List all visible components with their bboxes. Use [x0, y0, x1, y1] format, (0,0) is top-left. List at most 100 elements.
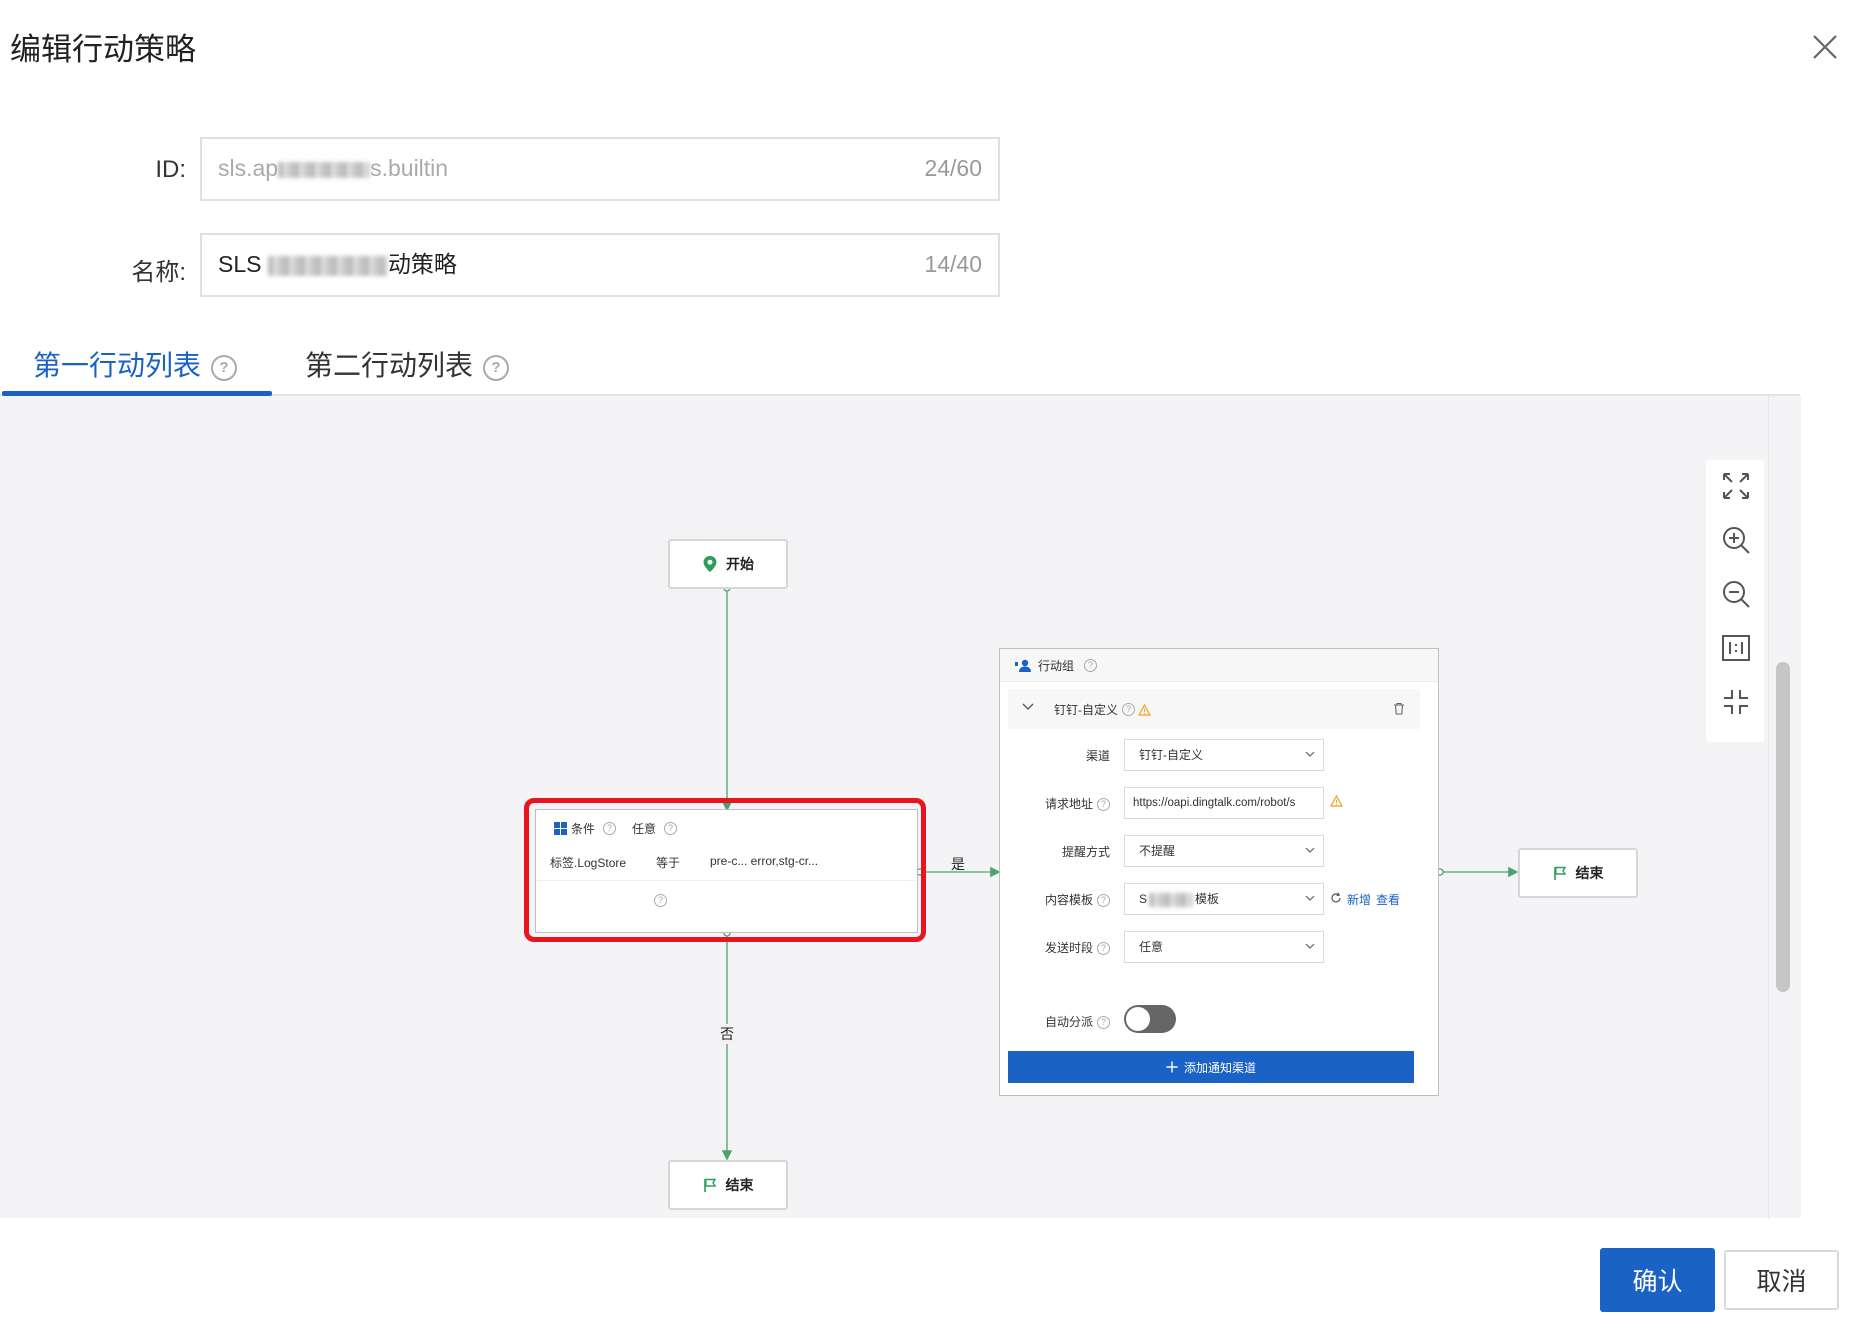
actual-size-icon[interactable]: [1720, 632, 1752, 664]
add-channel-button[interactable]: 添加通知渠道: [1008, 1051, 1414, 1083]
url-label-text: 请求地址: [1044, 797, 1093, 811]
warning-icon: [1138, 703, 1151, 716]
channel-select-value: 钉钉-自定义: [1139, 748, 1203, 762]
remind-select[interactable]: 不提醒: [1124, 835, 1324, 867]
tab-first-action-list[interactable]: 第一行动列表?: [33, 344, 238, 384]
help-icon[interactable]: ?: [1122, 703, 1135, 716]
condition-title: 条件: [571, 822, 596, 836]
name-field[interactable]: SLS 动策略 14/40: [200, 233, 1000, 297]
help-icon[interactable]: ?: [211, 354, 238, 381]
condition-divider: [536, 880, 917, 881]
condition-mode: 任意: [632, 822, 657, 836]
template-add-link[interactable]: 新增: [1347, 891, 1371, 908]
confirm-button[interactable]: 确认: [1600, 1248, 1715, 1312]
chevron-down-icon: [1305, 895, 1315, 901]
action-group-node[interactable]: 行动组? 钉钉-自定义? 渠道 钉钉-自定义 请求地址? https://oap…: [999, 648, 1439, 1096]
help-icon[interactable]: ?: [1097, 942, 1110, 956]
canvas-toolbar: [1706, 460, 1764, 742]
period-select-value: 任意: [1139, 940, 1164, 954]
template-value-start: S: [1139, 892, 1148, 906]
id-redacted: [278, 161, 371, 178]
template-view-link[interactable]: 查看: [1376, 891, 1400, 908]
url-input[interactable]: https://oapi.dingtalk.com/robot/s: [1124, 787, 1324, 819]
remind-select-value: 不提醒: [1139, 844, 1176, 858]
channel-label: 渠道: [1085, 749, 1110, 763]
plus-icon: [1166, 1061, 1178, 1073]
help-icon[interactable]: ?: [483, 354, 510, 381]
help-icon[interactable]: ?: [1097, 894, 1110, 908]
period-label: 发送时段?: [1000, 939, 1110, 956]
auto-assign-toggle[interactable]: [1124, 1005, 1176, 1033]
template-value-end: 模板: [1195, 892, 1220, 906]
location-pin-icon: [703, 556, 717, 572]
help-icon[interactable]: ?: [1097, 1016, 1110, 1030]
shrink-icon[interactable]: [1720, 686, 1752, 718]
action-group-title: 行动组: [1038, 659, 1075, 673]
end-node-label: 结束: [725, 1177, 754, 1193]
id-value-start: sls.ap: [218, 155, 279, 181]
remind-label: 提醒方式: [1061, 845, 1110, 859]
chevron-down-icon: [1305, 943, 1315, 949]
channel-title: 钉钉-自定义: [1054, 703, 1118, 717]
expand-icon[interactable]: [1720, 470, 1752, 502]
zoom-out-icon[interactable]: [1720, 578, 1752, 610]
template-select[interactable]: S 模板: [1124, 883, 1324, 915]
cancel-button[interactable]: 取消: [1724, 1250, 1839, 1310]
id-char-count: 24/60: [924, 155, 982, 181]
period-label-text: 发送时段: [1044, 941, 1093, 955]
chevron-down-icon[interactable]: [1022, 702, 1034, 712]
vertical-scrollbar-thumb[interactable]: [1776, 662, 1790, 992]
help-icon[interactable]: ?: [1097, 798, 1110, 812]
help-icon[interactable]: ?: [1084, 659, 1098, 672]
user-group-icon: [1015, 659, 1031, 672]
no-branch-label: 否: [720, 1024, 734, 1044]
id-value-end: s.builtin: [370, 155, 449, 181]
start-node[interactable]: 开始: [668, 539, 788, 589]
trash-icon[interactable]: [1393, 702, 1405, 715]
template-label: 内容模板?: [1000, 891, 1110, 908]
refresh-icon[interactable]: [1330, 892, 1342, 904]
flag-icon: [1553, 866, 1566, 880]
yes-branch-label: 是: [951, 856, 965, 872]
name-value-start: SLS: [218, 251, 262, 277]
id-field[interactable]: sls.ap s.builtin 24/60: [200, 137, 1000, 201]
zoom-in-icon[interactable]: [1720, 524, 1752, 556]
grid-icon: [554, 822, 567, 835]
help-icon[interactable]: ?: [664, 822, 678, 835]
auto-assign-label-text: 自动分派: [1044, 1015, 1093, 1029]
channel-select[interactable]: 钉钉-自定义: [1124, 739, 1324, 771]
id-label: ID:: [155, 156, 186, 183]
period-select[interactable]: 任意: [1124, 931, 1324, 963]
auto-assign-label: 自动分派?: [1000, 1013, 1110, 1030]
dialog-title: 编辑行动策略: [10, 32, 196, 67]
help-icon[interactable]: ?: [654, 894, 667, 907]
name-char-count: 14/40: [924, 251, 982, 277]
url-input-value: https://oapi.dingtalk.com/robot/s: [1133, 797, 1296, 809]
close-icon[interactable]: [1808, 30, 1842, 64]
condition-field: 标签.LogStore: [550, 856, 627, 870]
tab-second-label: 第二行动列表: [305, 350, 474, 381]
chevron-down-icon: [1305, 847, 1315, 853]
condition-node[interactable]: 条件? 任意? 标签.LogStore 等于 pre-c... error,st…: [535, 809, 918, 933]
name-value-end: 动策略: [387, 251, 457, 277]
add-channel-label: 添加通知渠道: [1183, 1060, 1256, 1075]
flag-icon: [703, 1178, 716, 1192]
chevron-down-icon: [1305, 751, 1315, 757]
end-node-no[interactable]: 结束: [668, 1160, 788, 1210]
condition-value: pre-c... error,stg-cr...: [710, 854, 819, 868]
url-label: 请求地址?: [1000, 795, 1110, 812]
condition-operator: 等于: [656, 856, 681, 870]
start-node-label: 开始: [726, 556, 754, 572]
name-redacted: [267, 255, 388, 276]
toggle-knob: [1126, 1007, 1150, 1031]
help-icon[interactable]: ?: [603, 822, 617, 835]
end-node-yes[interactable]: 结束: [1518, 848, 1638, 898]
tab-first-label: 第一行动列表: [33, 350, 202, 381]
end-node-label: 结束: [1575, 865, 1604, 881]
flow-canvas[interactable]: 是 否 开始 条件? 任意? 标签.LogStore 等于 pre-c... e…: [0, 396, 1768, 1218]
name-label: 名称:: [131, 259, 186, 286]
warning-icon: [1330, 795, 1343, 807]
template-label-text: 内容模板: [1044, 893, 1093, 907]
template-redacted: [1149, 892, 1194, 907]
tab-second-action-list[interactable]: 第二行动列表?: [305, 344, 510, 384]
